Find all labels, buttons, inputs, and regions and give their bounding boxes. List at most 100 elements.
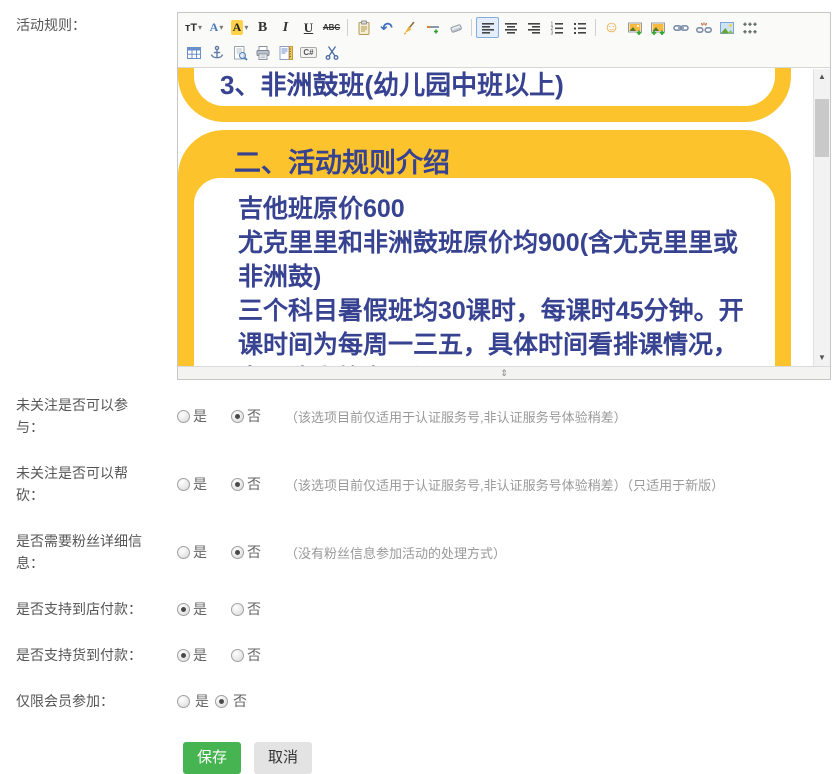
question-label: 是否支持货到付款： [0,644,150,666]
question-hint: （该选项目前仅适用于认证服务号,非认证服务号体验稍差）（只适用于新版） [285,475,724,494]
question-row-pay-in-store: 是否支持到店付款： 是 否 [0,598,833,620]
question-hint: （该选项目前仅适用于认证服务号,非认证服务号体验稍差） [285,407,627,426]
question-row-pay-on-delivery: 是否支持货到付款： 是 否 [0,644,833,666]
radio-no[interactable] [231,410,244,423]
poster-body-line: 吉他班原价600 [238,192,749,226]
toolbar-separator [595,19,596,36]
editor-resize-handle[interactable]: ⇕ [178,366,830,379]
poster-section-title: 二、活动规则介绍 [178,130,791,178]
radio-yes-label: 是 [193,474,207,494]
radio-no-label: 否 [247,599,261,619]
scroll-up-icon[interactable]: ▲ [814,69,830,85]
rich-text-editor: тT A A B I U ABC ↶ [177,12,831,380]
radio-yes[interactable] [177,478,190,491]
poster-card-rules: 二、活动规则介绍 吉他班原价600 尤克里里和非洲鼓班原价均900(含尤克里里或… [178,130,791,366]
scrollbar-thumb[interactable] [815,99,829,157]
picture-icon[interactable] [715,17,738,38]
radio-no[interactable] [215,695,228,708]
radio-no[interactable] [231,546,244,559]
paste-icon[interactable] [352,17,375,38]
radio-no-label: 否 [247,474,261,494]
question-row-can-bargain: 未关注是否可以帮砍： 是 否 （该选项目前仅适用于认证服务号,非认证服务号体验稍… [0,462,833,506]
rules-label: 活动规则： [0,12,150,380]
question-label: 是否需要粉丝详细信息： [0,530,150,574]
undo-icon[interactable]: ↶ [375,17,398,38]
radio-no[interactable] [231,603,244,616]
insert-hr-icon[interactable] [421,17,444,38]
font-size-icon[interactable]: тT [182,17,205,38]
template-icon[interactable] [274,42,297,63]
editor-content-area[interactable]: 3、非洲鼓班(幼儿园中班以上) 二、活动规则介绍 吉他班原价600 尤克里里和非… [178,67,830,366]
anchor-icon[interactable] [205,42,228,63]
emoticon-icon[interactable]: ☺ [600,17,623,38]
radio-no[interactable] [231,649,244,662]
ordered-list-icon[interactable]: 123 [545,17,568,38]
question-label: 未关注是否可以帮砍： [0,462,150,506]
form-actions: 保存 取消 [183,742,833,774]
background-color-icon[interactable]: A [228,17,251,38]
poster-partial-text: 3、非洲鼓班(幼儿园中班以上) [194,68,775,101]
radio-yes-label: 是 [195,691,209,711]
radio-yes[interactable] [177,410,190,423]
preview-icon[interactable] [228,42,251,63]
poster-card-partial: 3、非洲鼓班(幼儿园中班以上) [178,68,791,122]
question-row-can-join: 未关注是否可以参与： 是 否 （该选项目前仅适用于认证服务号,非认证服务号体验稍… [0,394,833,438]
table-icon[interactable] [182,42,205,63]
italic-icon[interactable]: I [274,17,297,38]
underline-icon[interactable]: U [297,17,320,38]
save-button[interactable]: 保存 [183,742,241,774]
insert-multi-image-icon[interactable] [646,17,669,38]
radio-yes[interactable] [177,695,190,708]
unlink-icon[interactable] [692,17,715,38]
toolbar-separator [347,19,348,36]
svg-text:3: 3 [550,30,553,36]
align-right-icon[interactable] [522,17,545,38]
radio-no-label: 否 [233,691,247,711]
question-row-members-only: 仅限会员参加： 是 否 [0,690,833,712]
radio-no[interactable] [231,478,244,491]
scroll-down-icon[interactable]: ▼ [814,350,830,366]
bold-icon[interactable]: B [251,17,274,38]
link-icon[interactable] [669,17,692,38]
radio-yes-label: 是 [193,645,207,665]
question-label: 是否支持到店付款： [0,598,150,620]
format-brush-icon[interactable] [398,17,421,38]
radio-no-label: 否 [247,406,261,426]
cut-icon[interactable] [320,42,343,63]
align-left-icon[interactable] [476,17,499,38]
unordered-list-icon[interactable] [568,17,591,38]
toolbar-row-1: тT A A B I U ABC ↶ [182,15,826,40]
radio-yes[interactable] [177,603,190,616]
align-center-icon[interactable] [499,17,522,38]
line-height-icon[interactable] [738,17,761,38]
radio-yes-label: 是 [193,542,207,562]
insert-image-icon[interactable] [623,17,646,38]
font-color-icon[interactable]: A [205,17,228,38]
strikethrough-icon[interactable]: ABC [320,17,343,38]
radio-yes-label: 是 [193,599,207,619]
question-list: 未关注是否可以参与： 是 否 （该选项目前仅适用于认证服务号,非认证服务号体验稍… [0,394,833,712]
toolbar-separator [471,19,472,36]
radio-no-label: 否 [247,542,261,562]
poster-body: 吉他班原价600 尤克里里和非洲鼓班原价均900(含尤克里里或非洲鼓) 三个科目… [194,178,775,366]
poster-body-line: 尤克里里和非洲鼓班原价均900(含尤克里里或非洲鼓) [238,226,749,294]
poster-image: 3、非洲鼓班(幼儿园中班以上) 二、活动规则介绍 吉他班原价600 尤克里里和非… [178,68,813,366]
toolbar-row-2: C# [182,40,826,65]
code-icon[interactable]: C# [297,42,320,63]
question-hint: （没有粉丝信息参加活动的处理方式） [285,543,506,562]
editor-toolbar: тT A A B I U ABC ↶ [178,13,830,67]
eraser-icon[interactable] [444,17,467,38]
radio-yes[interactable] [177,649,190,662]
radio-no-label: 否 [247,645,261,665]
question-label: 未关注是否可以参与： [0,394,150,438]
editor-scrollbar[interactable]: ▲ ▼ [813,69,830,366]
print-icon[interactable] [251,42,274,63]
resize-grip-icon: ⇕ [500,369,508,378]
rules-editor-row: 活动规则： тT A A B I U ABC ↶ [0,12,833,380]
cancel-button[interactable]: 取消 [254,742,312,774]
question-label: 仅限会员参加： [0,690,150,712]
poster-body-line: 三个科目暑假班均30课时，每课时45分钟。开课时间为每周一三五，具体时间看排课情… [238,294,749,366]
radio-yes-label: 是 [193,406,207,426]
radio-yes[interactable] [177,546,190,559]
activity-edit-form: 活动规则： тT A A B I U ABC ↶ [0,0,833,774]
